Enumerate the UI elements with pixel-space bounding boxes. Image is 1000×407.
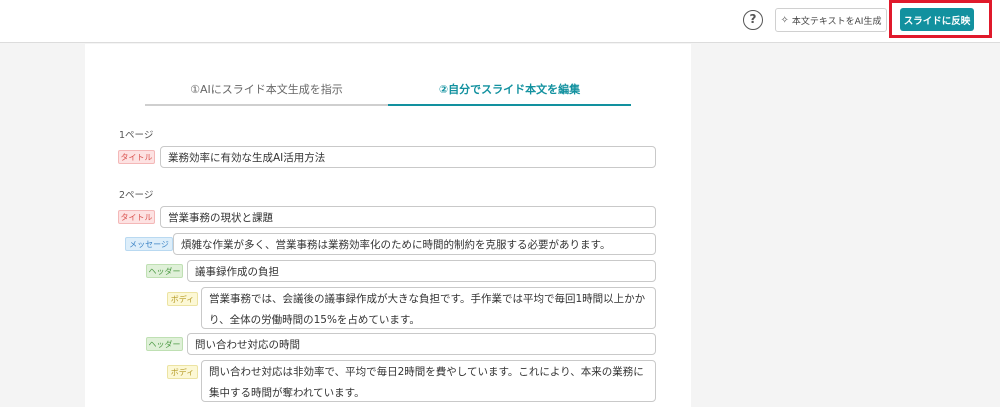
- ai-generate-text-button[interactable]: ✧ 本文テキストをAI生成: [775, 8, 887, 32]
- body-field[interactable]: 問い合わせ対応は非効率で、平均で毎日2時間を費やしています。これにより、本来の業…: [201, 360, 656, 402]
- body-tag: ボディ: [167, 292, 198, 306]
- message-tag: メッセージ: [125, 237, 173, 251]
- reflect-to-slide-button[interactable]: スライドに反映: [900, 8, 974, 31]
- tab-ai-instruction[interactable]: ①AIにスライド本文生成を指示: [145, 78, 388, 106]
- mode-tabs: ①AIにスライド本文生成を指示 ②自分でスライド本文を編集: [145, 78, 631, 106]
- body-tag: ボディ: [167, 365, 198, 379]
- sparkle-icon: ✧: [780, 14, 789, 26]
- title-field[interactable]: 業務効率に有効な生成AI活用方法: [160, 146, 656, 168]
- title-tag: タイトル: [118, 150, 155, 164]
- page-label: 1ページ: [119, 130, 154, 141]
- page-label: 2ページ: [119, 190, 154, 201]
- header-tag: ヘッダー: [146, 337, 183, 351]
- header-field[interactable]: 問い合わせ対応の時間: [187, 333, 656, 355]
- title-field[interactable]: 営業事務の現状と課題: [160, 206, 656, 228]
- body-field[interactable]: 営業事務では、会議後の議事録作成が大きな負担です。手作業では平均で毎回1時間以上…: [201, 287, 656, 329]
- title-tag: タイトル: [118, 210, 155, 224]
- tab-manual-edit[interactable]: ②自分でスライド本文を編集: [388, 78, 631, 106]
- message-field[interactable]: 煩雑な作業が多く、営業事務は業務効率化のために時間的制約を克服する必要があります…: [173, 233, 656, 255]
- ai-generate-label: 本文テキストをAI生成: [791, 16, 882, 27]
- header-field[interactable]: 議事録作成の負担: [187, 260, 656, 282]
- help-icon[interactable]: ?: [743, 10, 763, 30]
- header-tag: ヘッダー: [146, 264, 183, 278]
